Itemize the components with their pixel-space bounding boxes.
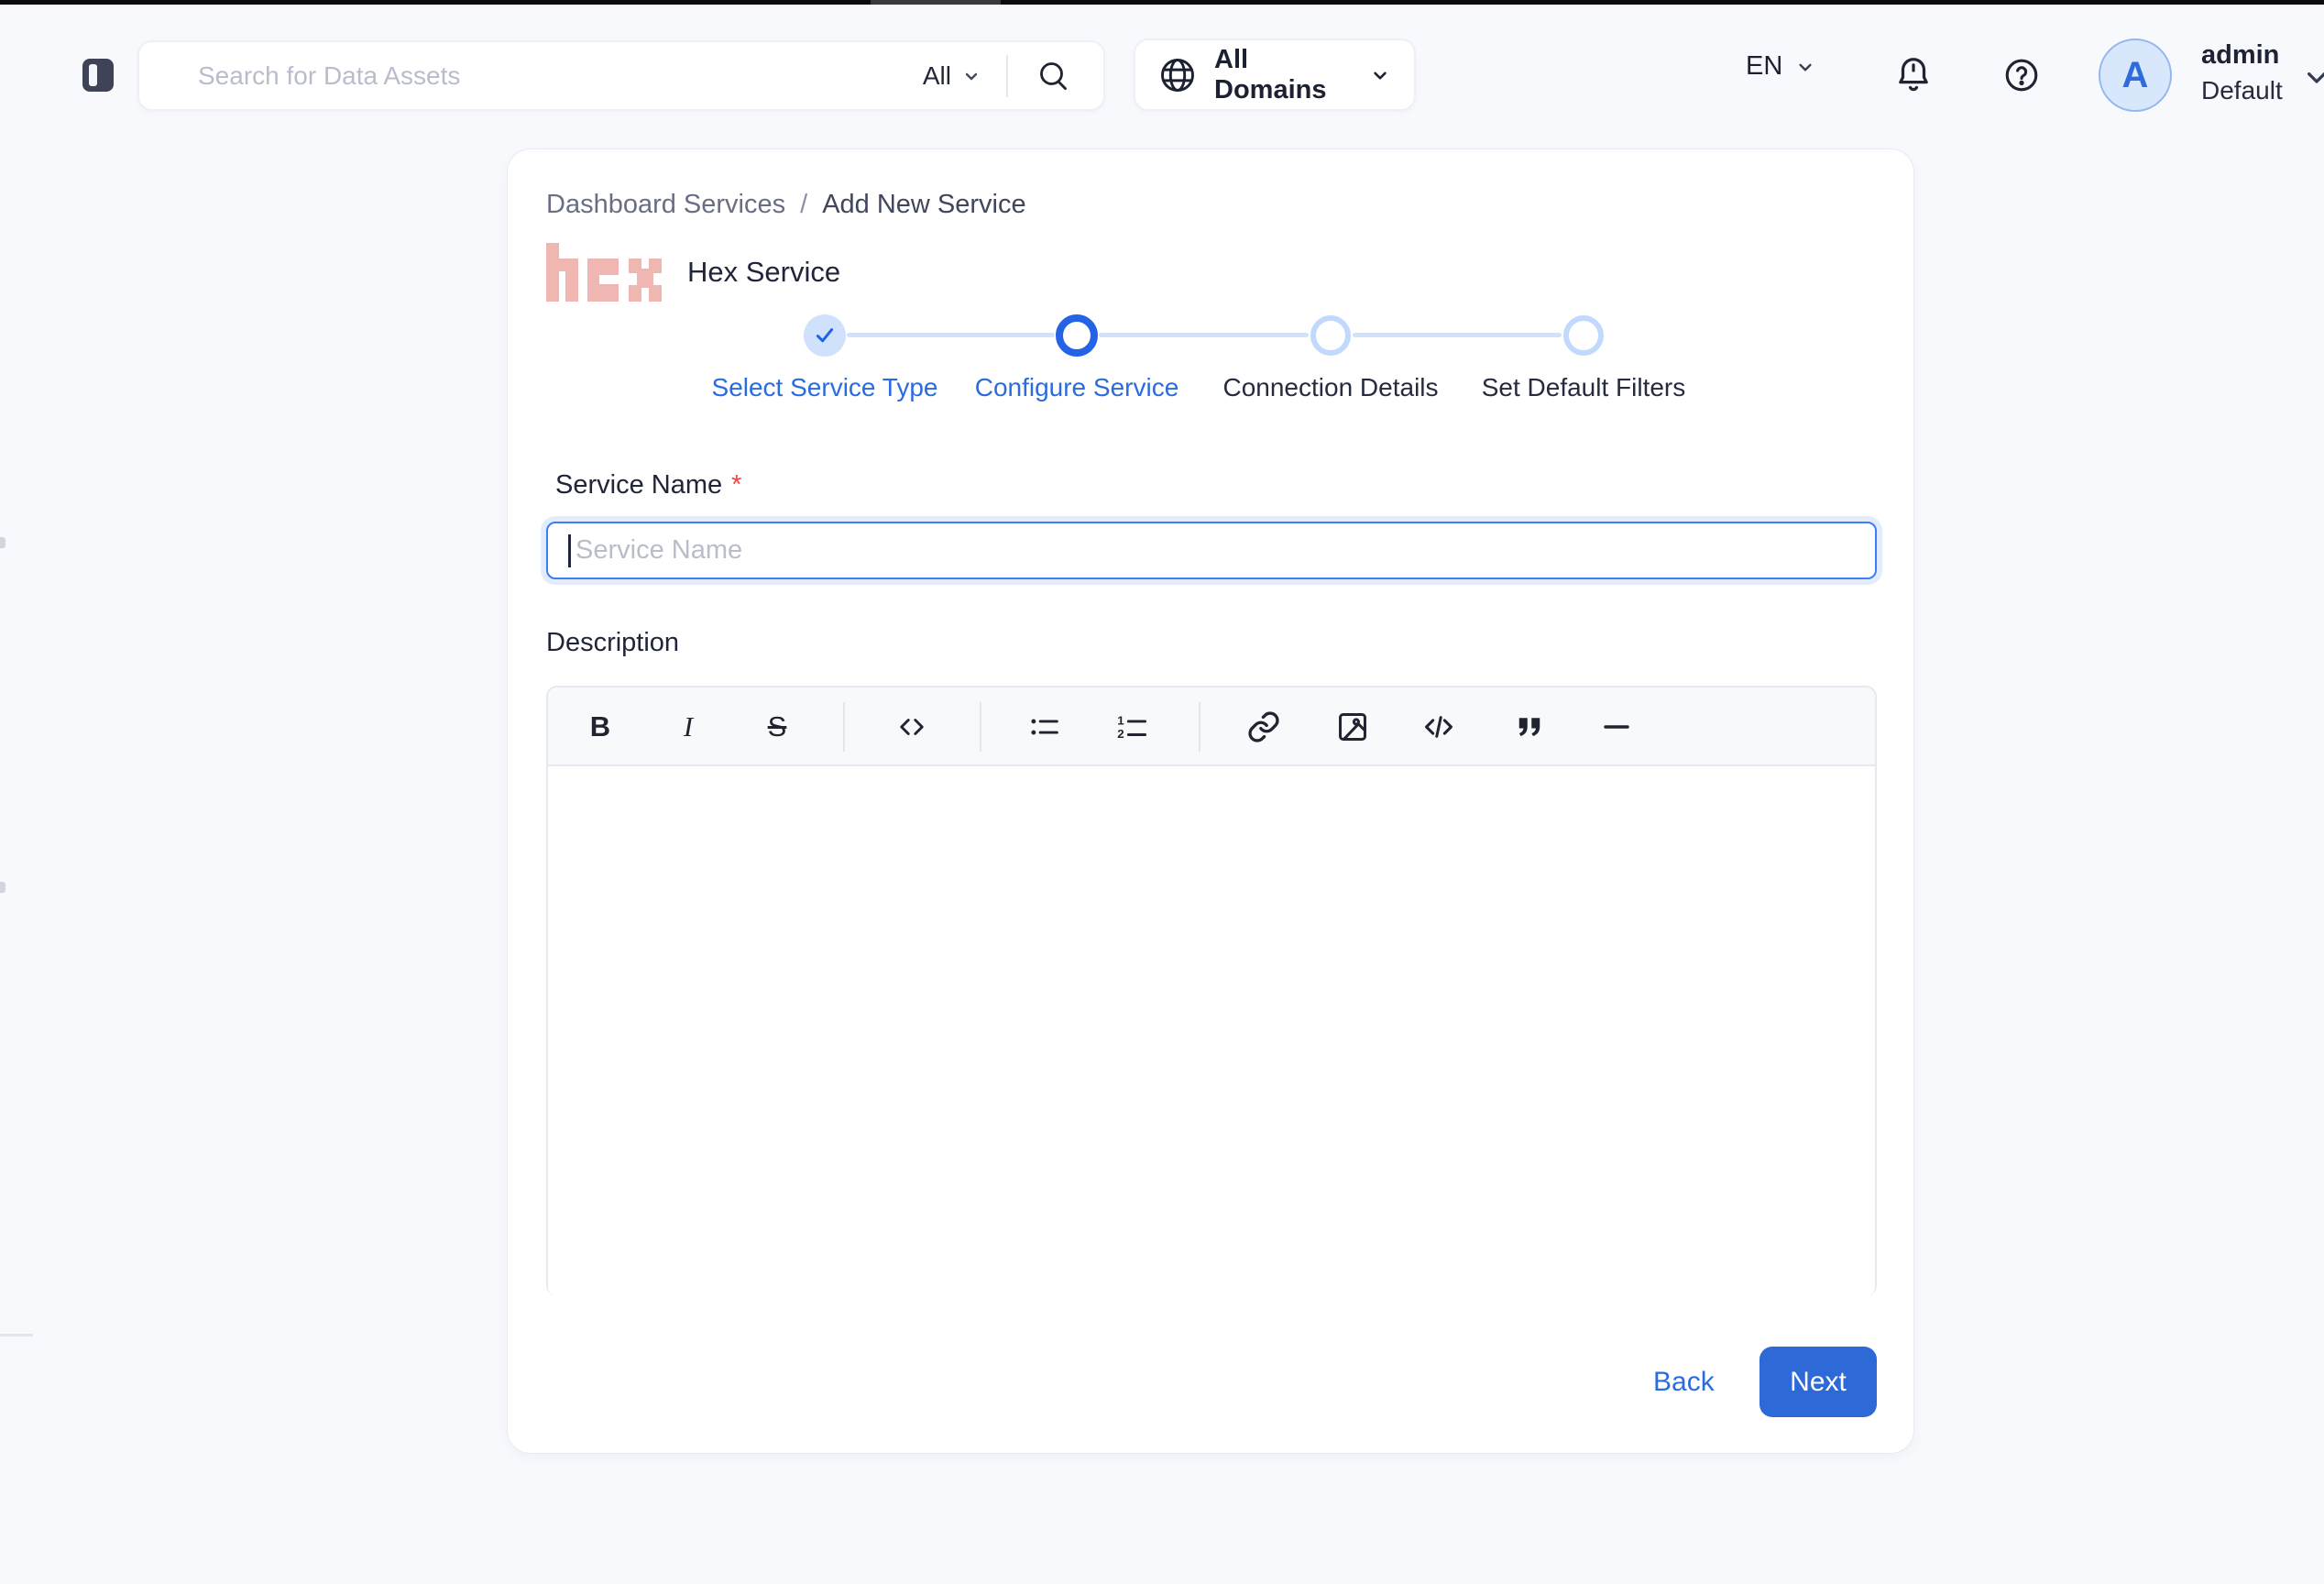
language-selector[interactable]: EN bbox=[1746, 51, 1817, 82]
strikethrough-icon[interactable]: S bbox=[751, 701, 803, 753]
stepper-connector bbox=[1099, 333, 1309, 337]
editor-toolbar: B I S 1 2 bbox=[548, 688, 1875, 766]
image-icon[interactable] bbox=[1327, 701, 1378, 753]
step-circle-configure-service bbox=[1056, 314, 1098, 357]
step-label-set-default-filters: Set Default Filters bbox=[1437, 373, 1730, 402]
svg-text:2: 2 bbox=[1117, 727, 1124, 741]
next-button[interactable]: Next bbox=[1759, 1347, 1877, 1417]
search-scope-dropdown[interactable]: All bbox=[923, 61, 982, 91]
numbered-list-icon[interactable]: 1 2 bbox=[1106, 701, 1157, 753]
service-name-label: Service Name * bbox=[555, 470, 741, 500]
svg-text:1: 1 bbox=[1117, 714, 1124, 728]
step-circle-select-service-type bbox=[804, 314, 846, 357]
step-label-connection-details: Connection Details bbox=[1184, 373, 1477, 402]
service-title: Hex Service bbox=[687, 256, 840, 289]
breadcrumb-dashboard-services[interactable]: Dashboard Services bbox=[546, 190, 785, 220]
chevron-down-icon bbox=[960, 65, 982, 87]
search-input[interactable] bbox=[198, 61, 923, 91]
back-button[interactable]: Back bbox=[1635, 1358, 1733, 1407]
language-label: EN bbox=[1746, 51, 1782, 82]
breadcrumb: Dashboard Services / Add New Service bbox=[546, 190, 1026, 220]
breadcrumb-current: Add New Service bbox=[822, 190, 1025, 220]
toolbar-divider bbox=[843, 702, 845, 752]
stepper-connector bbox=[1353, 333, 1562, 337]
step-circle-set-default-filters bbox=[1563, 315, 1604, 356]
bold-icon[interactable]: B bbox=[575, 701, 626, 753]
add-service-card: Dashboard Services / Add New Service Hex… bbox=[507, 148, 1914, 1454]
required-marker: * bbox=[731, 470, 741, 500]
description-label: Description bbox=[546, 628, 679, 658]
avatar-initial: A bbox=[2122, 55, 2149, 96]
screen-top-strip bbox=[0, 0, 2324, 5]
quote-icon[interactable] bbox=[1504, 701, 1555, 753]
inline-code-icon[interactable] bbox=[886, 701, 937, 753]
stepper-connector bbox=[847, 333, 1055, 337]
help-icon[interactable] bbox=[2000, 53, 2044, 97]
search-icon[interactable] bbox=[1036, 58, 1072, 94]
search-scope-label: All bbox=[923, 61, 951, 91]
sidebar-toggle-icon[interactable] bbox=[82, 59, 114, 92]
domains-dropdown-button[interactable]: All Domains bbox=[1134, 38, 1416, 111]
left-edge-divider bbox=[0, 1334, 33, 1336]
service-name-label-text: Service Name bbox=[555, 470, 722, 500]
user-menu-chevron-icon[interactable] bbox=[2298, 59, 2324, 95]
user-menu[interactable]: admin Default bbox=[2201, 37, 2283, 108]
left-edge-mark bbox=[0, 882, 5, 893]
italic-icon[interactable]: I bbox=[663, 701, 714, 753]
hex-service-logo bbox=[546, 243, 662, 302]
left-edge-mark bbox=[0, 537, 5, 548]
user-avatar[interactable]: A bbox=[2099, 38, 2172, 112]
screen-top-strip-segment bbox=[871, 0, 1001, 5]
search-divider bbox=[1006, 55, 1008, 97]
description-rich-text-editor: B I S 1 2 bbox=[546, 686, 1877, 1296]
step-label-select-service-type: Select Service Type bbox=[678, 373, 971, 402]
user-name: admin bbox=[2201, 37, 2283, 73]
service-name-input[interactable] bbox=[546, 522, 1877, 579]
toolbar-divider bbox=[1199, 702, 1200, 752]
user-team: Default bbox=[2201, 73, 2283, 108]
italic-glyph: I bbox=[684, 710, 693, 743]
toolbar-divider bbox=[980, 702, 981, 752]
breadcrumb-separator: / bbox=[800, 190, 807, 220]
description-editor-content[interactable] bbox=[548, 768, 1875, 1296]
step-circle-connection-details bbox=[1310, 315, 1351, 356]
step-label-configure-service: Configure Service bbox=[930, 373, 1223, 402]
strikethrough-glyph: S bbox=[768, 710, 787, 743]
sidebar-toggle-slot bbox=[89, 64, 97, 86]
chevron-down-icon bbox=[1793, 55, 1817, 79]
domains-label: All Domains bbox=[1214, 45, 1346, 105]
check-icon bbox=[812, 323, 838, 348]
code-block-icon[interactable] bbox=[1413, 701, 1464, 753]
notifications-bell-icon[interactable] bbox=[1890, 51, 1937, 99]
link-icon[interactable] bbox=[1238, 701, 1289, 753]
globe-icon bbox=[1157, 55, 1198, 95]
global-search-bar[interactable]: All bbox=[137, 40, 1105, 111]
chevron-down-icon bbox=[1368, 63, 1392, 87]
bold-glyph: B bbox=[590, 710, 610, 743]
bulleted-list-icon[interactable] bbox=[1019, 701, 1070, 753]
horizontal-rule-icon[interactable] bbox=[1591, 701, 1642, 753]
